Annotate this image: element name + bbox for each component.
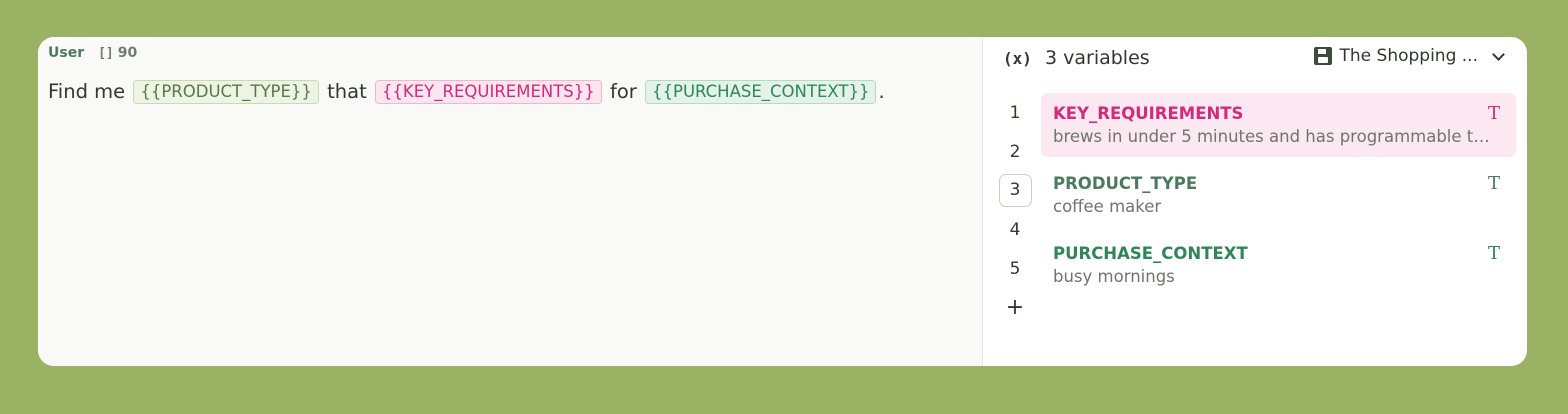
row-number-2[interactable]: 2 <box>995 132 1035 171</box>
row-number-3[interactable]: 3 <box>995 171 1035 210</box>
product-type-chip[interactable]: {{PRODUCT_TYPE}} <box>133 80 319 104</box>
prompt-suffix: . <box>878 80 885 103</box>
row-number-4[interactable]: 4 <box>995 210 1035 249</box>
purchase-context-chip[interactable]: {{PURCHASE_CONTEXT}} <box>645 80 877 104</box>
plus-icon: + <box>1005 295 1025 320</box>
prompt-text[interactable]: Find me {{PRODUCT_TYPE}} that {{KEY_REQU… <box>48 79 885 105</box>
variable-value: coffee maker <box>1053 197 1162 216</box>
variable-name: PURCHASE_CONTEXT <box>1053 244 1248 263</box>
row-number-5[interactable]: 5 <box>995 249 1035 288</box>
variable-name: PRODUCT_TYPE <box>1053 174 1198 193</box>
variable-icon: (x) <box>1003 49 1032 68</box>
variable-value: brews in under 5 minutes and has program… <box>1053 127 1493 146</box>
prompt-card: User [] 90 Find me {{PRODUCT_TYPE}} that… <box>38 37 1527 366</box>
add-row-button[interactable]: + <box>995 288 1035 327</box>
variable-name: KEY_REQUIREMENTS <box>1053 104 1244 123</box>
variable-item-purchase-context[interactable]: PURCHASE_CONTEXT busy mornings T <box>1041 233 1516 297</box>
row-selector: 1 2 3 4 5 + <box>995 93 1035 327</box>
variables-count: 3 variables <box>1045 47 1150 69</box>
variable-value: busy mornings <box>1053 267 1175 286</box>
variables-panel: (x) 3 variables The Shopping ... 1 2 3 4… <box>983 37 1527 366</box>
floppy-disk-icon <box>1313 47 1332 65</box>
variable-item-key-requirements[interactable]: KEY_REQUIREMENTS brews in under 5 minute… <box>1041 93 1516 157</box>
key-requirements-chip[interactable]: {{KEY_REQUIREMENTS}} <box>374 80 602 104</box>
variable-item-product-type[interactable]: PRODUCT_TYPE coffee maker T <box>1041 163 1516 227</box>
variable-list: KEY_REQUIREMENTS brews in under 5 minute… <box>1041 93 1516 303</box>
token-count-value: 90 <box>117 45 138 61</box>
text-type-icon: T <box>1487 243 1500 264</box>
text-type-icon: T <box>1487 103 1500 124</box>
variables-header: (x) 3 variables The Shopping ... <box>983 37 1527 83</box>
dataset-select[interactable]: The Shopping ... <box>1313 46 1505 66</box>
dataset-label: The Shopping ... <box>1339 46 1478 66</box>
editor-header: User [] 90 <box>48 45 137 61</box>
prompt-prefix: Find me <box>48 80 126 103</box>
chevron-down-icon <box>1492 47 1505 61</box>
prompt-mid1: that <box>327 80 367 103</box>
prompt-mid2: for <box>609 80 637 103</box>
token-icon: [] <box>98 45 114 61</box>
text-type-icon: T <box>1487 173 1500 194</box>
prompt-editor[interactable]: User [] 90 Find me {{PRODUCT_TYPE}} that… <box>38 37 983 366</box>
token-count: [] 90 <box>98 45 137 61</box>
role-label: User <box>48 45 85 61</box>
row-number-1[interactable]: 1 <box>995 93 1035 132</box>
